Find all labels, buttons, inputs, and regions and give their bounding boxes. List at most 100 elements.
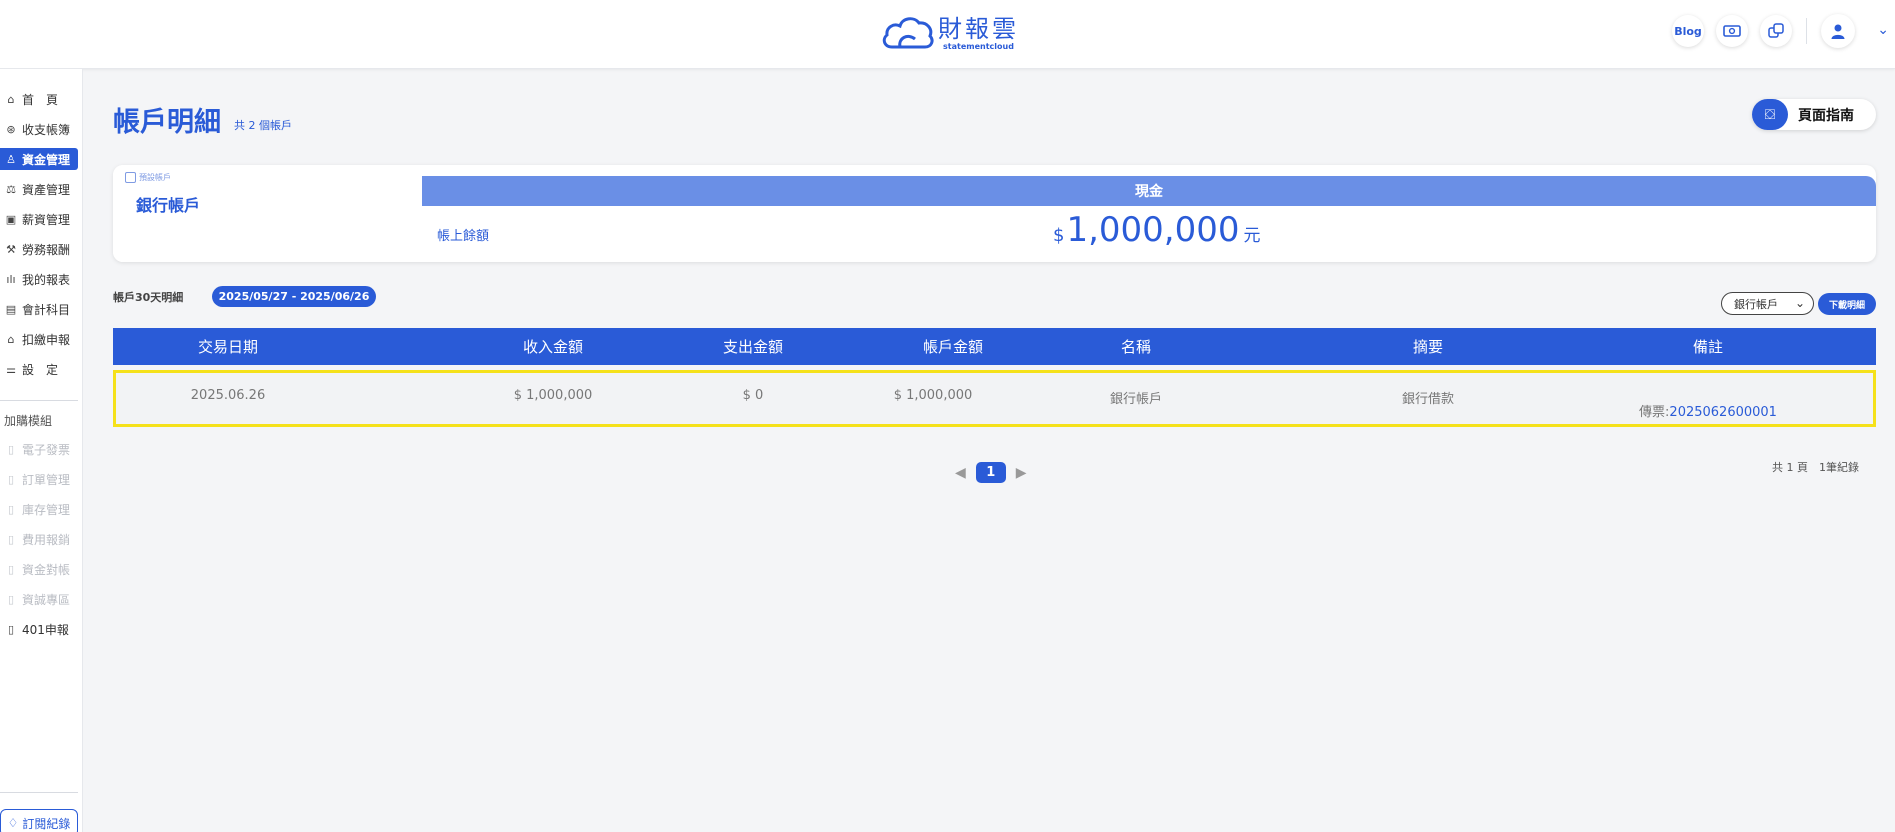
subscription-button[interactable]: ♢ 訂閱紀錄 bbox=[0, 809, 78, 832]
sidebar-item-expenses[interactable]: ▯ 費用報銷 bbox=[0, 528, 78, 550]
user-avatar[interactable] bbox=[1821, 14, 1855, 48]
balance-value: 1,000,000 bbox=[1066, 210, 1240, 250]
sidebar-divider bbox=[0, 792, 78, 793]
sidebar: ⌂ 首 頁 ⊛ 收支帳簿 ♙ 資金管理 ⚖ 資產管理 ▣ 薪資管理 ⚒ 勞務報酬 ılı 我的… bbox=[0, 69, 83, 832]
default-account-label: 預設帳戶 bbox=[139, 173, 171, 182]
page-guide-button[interactable]: ⛋ 頁面指南 bbox=[1752, 99, 1876, 130]
addon-heading: 加購模組 bbox=[4, 414, 53, 428]
sidebar-item-label: 設 定 bbox=[22, 362, 59, 377]
sliders-icon: ⚌ bbox=[6, 362, 16, 376]
money-icon bbox=[1723, 25, 1741, 37]
sidebar-item-label: 費用報銷 bbox=[22, 532, 71, 547]
subscription-label: 訂閱紀錄 bbox=[22, 816, 71, 831]
balance-label: 帳上餘額 bbox=[437, 229, 490, 244]
top-header: 財報雲 statementcloud Blog ⌄ bbox=[0, 0, 1895, 69]
bar-chart-icon: ılı bbox=[6, 272, 16, 286]
sidebar-item-label: 薪資管理 bbox=[22, 212, 71, 227]
pagination: ◀ 1 ▶ bbox=[955, 462, 1027, 483]
cloud-logo-icon bbox=[882, 17, 934, 49]
sidebar-item-labor[interactable]: ⚒ 勞務報酬 bbox=[0, 238, 78, 260]
sidebar-item-funds[interactable]: ♙ 資金管理 bbox=[0, 148, 78, 170]
home-icon: ⌂ bbox=[7, 92, 15, 106]
sidebar-item-withholding[interactable]: ⌂ 扣繳申報 bbox=[0, 328, 78, 350]
column-header: 交易日期 bbox=[197, 338, 258, 356]
sidebar-item-401[interactable]: ▯ 401申報 bbox=[0, 618, 78, 640]
download-button[interactable]: 下載明細 bbox=[1818, 293, 1876, 315]
scale-icon: ⚖ bbox=[6, 182, 16, 196]
sidebar-divider bbox=[0, 400, 78, 401]
column-header: 名稱 bbox=[1120, 338, 1151, 356]
page-guide-label: 頁面指南 bbox=[1798, 107, 1854, 124]
sidebar-item-label: 401申報 bbox=[22, 622, 69, 637]
sidebar-item-einvoice[interactable]: ▯ 電子發票 bbox=[0, 438, 78, 460]
bank-icon: ⌂ bbox=[7, 332, 15, 346]
sidebar-item-label: 我的報表 bbox=[22, 272, 71, 287]
wallet-icon: ▣ bbox=[5, 212, 17, 226]
sidebar-item-reconcile[interactable]: ▯ 資金對帳 bbox=[0, 558, 78, 580]
sidebar-item-label: 收支帳簿 bbox=[22, 122, 71, 137]
coin-icon: ⊛ bbox=[6, 122, 16, 136]
cell-expense: $ 0 bbox=[742, 388, 764, 403]
card-header: 現金 bbox=[422, 176, 1876, 206]
sidebar-item-accounts[interactable]: ▤ 會計科目 bbox=[0, 298, 78, 320]
next-page-icon[interactable]: ▶ bbox=[1016, 465, 1027, 481]
sidebar-item-label: 資金管理 bbox=[22, 152, 71, 167]
voucher-link[interactable]: 2025062600001 bbox=[1669, 405, 1777, 420]
account-tab[interactable]: 預設帳戶 銀行帳戶 bbox=[113, 165, 422, 262]
cell-date: 2025.06.26 bbox=[190, 388, 266, 403]
logo-text-en: statementcloud bbox=[943, 41, 1014, 51]
worker-icon: ⚒ bbox=[6, 242, 16, 256]
chevron-down-icon[interactable]: ⌄ bbox=[1877, 22, 1889, 38]
sidebar-item-payroll[interactable]: ▣ 薪資管理 bbox=[0, 208, 78, 230]
sidebar-item-ledger[interactable]: ⊛ 收支帳簿 bbox=[0, 118, 78, 140]
sidebar-item-pwc[interactable]: ▯ 資誠專區 bbox=[0, 588, 78, 610]
sidebar-item-label: 首 頁 bbox=[22, 92, 59, 107]
account-name: 銀行帳戶 bbox=[136, 196, 201, 215]
blog-button[interactable]: Blog bbox=[1672, 15, 1704, 47]
note-prefix: 傳票: bbox=[1639, 405, 1670, 420]
receipt-icon: ▯ bbox=[7, 532, 15, 546]
receipt-icon: ▯ bbox=[7, 562, 15, 576]
account-card: 現金 預設帳戶 銀行帳戶 帳上餘額 $ 1,000,000 元 bbox=[113, 165, 1876, 262]
money-button[interactable] bbox=[1716, 15, 1748, 47]
sidebar-item-reports[interactable]: ılı 我的報表 bbox=[0, 268, 78, 290]
account-count: 共 2 個帳戶 bbox=[234, 119, 292, 132]
sidebar-item-label: 會計科目 bbox=[22, 302, 71, 317]
account-select[interactable]: 銀行帳戶 ⌄ bbox=[1721, 292, 1814, 315]
sidebar-item-label: 勞務報酬 bbox=[22, 242, 71, 257]
exchange-button[interactable] bbox=[1760, 15, 1792, 47]
sidebar-item-label: 電子發票 bbox=[22, 442, 71, 457]
cell-income: $ 1,000,000 bbox=[513, 388, 593, 403]
sidebar-item-label: 資金對帳 bbox=[22, 562, 71, 577]
square-icon bbox=[125, 172, 136, 183]
column-header: 帳戶金額 bbox=[922, 338, 983, 356]
sidebar-item-label: 資產管理 bbox=[22, 182, 71, 197]
sidebar-item-settings[interactable]: ⚌ 設 定 bbox=[0, 358, 78, 380]
sidebar-item-orders[interactable]: ▯ 訂單管理 bbox=[0, 468, 78, 490]
receipt-icon: ▯ bbox=[7, 502, 15, 516]
sidebar-item-label: 庫存管理 bbox=[22, 502, 71, 517]
sidebar-item-label: 資誠專區 bbox=[22, 592, 71, 607]
page-number[interactable]: 1 bbox=[975, 462, 1006, 483]
sidebar-item-home[interactable]: ⌂ 首 頁 bbox=[0, 88, 78, 110]
receipt-icon: ▯ bbox=[7, 622, 15, 636]
sidebar-item-assets[interactable]: ⚖ 資產管理 bbox=[0, 178, 78, 200]
cell-summary: 銀行借款 bbox=[1401, 392, 1454, 407]
table-row[interactable]: 2025.06.26 $ 1,000,000 $ 0 $ 1,000,000 銀… bbox=[113, 370, 1876, 427]
money-hand-icon: ♙ bbox=[6, 152, 16, 166]
receipt-icon: ▯ bbox=[7, 442, 15, 456]
exchange-icon bbox=[1768, 23, 1784, 38]
table-header: 交易日期 收入金額 支出金額 帳戶金額 名稱 摘要 備註 bbox=[113, 328, 1876, 365]
logo-text-cn: 財報雲 bbox=[938, 14, 1019, 43]
sidebar-item-label: 扣繳申報 bbox=[22, 332, 71, 347]
ledger-icon: ▤ bbox=[5, 302, 17, 316]
column-header: 備註 bbox=[1692, 338, 1723, 356]
signpost-icon: ⛋ bbox=[1752, 99, 1788, 130]
prev-page-icon[interactable]: ◀ bbox=[955, 465, 966, 481]
app-logo[interactable]: 財報雲 statementcloud bbox=[880, 10, 1019, 56]
sidebar-item-inventory[interactable]: ▯ 庫存管理 bbox=[0, 498, 78, 520]
date-range-picker[interactable]: 2025/05/27 - 2025/06/26 bbox=[212, 286, 376, 307]
currency-unit: 元 bbox=[1243, 226, 1261, 246]
column-header: 收入金額 bbox=[522, 338, 583, 356]
receipt-icon: ▯ bbox=[7, 592, 15, 606]
